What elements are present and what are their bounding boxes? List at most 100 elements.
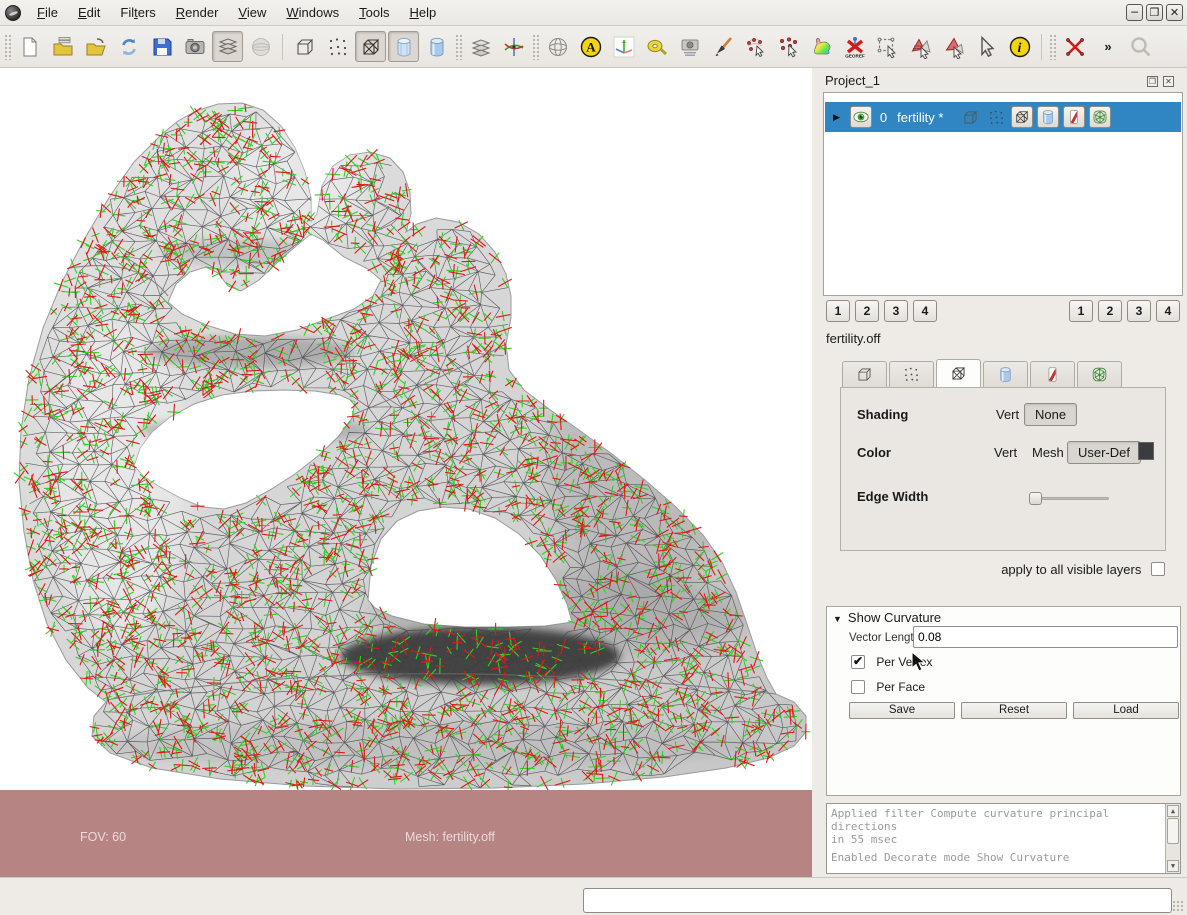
z-painting-icon[interactable]: [707, 31, 738, 62]
per-face-checkbox[interactable]: [851, 680, 865, 694]
collapse-triangle-icon[interactable]: ▼: [833, 614, 842, 624]
close-button[interactable]: ✕: [1166, 4, 1183, 21]
tab-draw-wireframe[interactable]: [936, 359, 981, 387]
menu-render[interactable]: Render: [166, 2, 229, 24]
toolbar-grip[interactable]: [532, 33, 539, 60]
draw-wireframe-icon[interactable]: [355, 31, 386, 62]
quality-mapper-icon[interactable]: [806, 31, 837, 62]
draw-points-icon[interactable]: [985, 106, 1007, 128]
shading-none-button[interactable]: None: [1024, 403, 1078, 426]
vector-length-input[interactable]: [913, 626, 1178, 648]
menu-filters[interactable]: Filters: [110, 2, 165, 24]
draw-box-icon[interactable]: [959, 106, 981, 128]
fertility-mesh-render[interactable]: [0, 68, 812, 790]
scroll-up-icon[interactable]: ▲: [1167, 805, 1179, 817]
slider-handle[interactable]: [1029, 492, 1042, 505]
minimize-button[interactable]: ─: [1126, 4, 1143, 21]
quick-button-2[interactable]: 2: [855, 300, 879, 322]
menu-edit[interactable]: Edit: [68, 2, 110, 24]
quick-button-1[interactable]: 1: [826, 300, 850, 322]
reload-icon[interactable]: [113, 31, 144, 62]
quick-button-3[interactable]: 3: [1127, 300, 1151, 322]
georeference-icon[interactable]: GEOREF: [839, 31, 870, 62]
tab-red-decorator[interactable]: [1030, 361, 1075, 387]
open-project-icon[interactable]: [47, 31, 78, 62]
resize-grip[interactable]: [1172, 900, 1184, 912]
ambient-occlusion-icon[interactable]: A: [575, 31, 606, 62]
color-vert-option[interactable]: Vert: [994, 445, 1017, 460]
menu-help[interactable]: Help: [399, 2, 446, 24]
reset-button[interactable]: Reset: [961, 702, 1067, 719]
raster-alignment-icon[interactable]: [674, 31, 705, 62]
color-userdef-button[interactable]: User-Def: [1067, 441, 1142, 464]
select-faces-alt-icon[interactable]: [938, 31, 969, 62]
tab-draw-box[interactable]: [842, 361, 887, 387]
log-scrollbar[interactable]: ▲ ▼: [1165, 804, 1180, 873]
shading-vert-option[interactable]: Vert: [996, 407, 1019, 422]
panel-float-icon[interactable]: ❐: [1147, 76, 1158, 87]
arrow-cursor-tool-icon[interactable]: [971, 31, 1002, 62]
per-vertex-checkbox[interactable]: [851, 654, 865, 669]
tab-draw-smooth-cylinder[interactable]: [983, 361, 1028, 387]
draw-flat-cylinder-icon[interactable]: [388, 31, 419, 62]
gl-viewport[interactable]: FOV: 60 FPS: 144.9 BO_RENDERING Mesh: fe…: [0, 68, 812, 877]
tab-draw-points[interactable]: [889, 361, 934, 387]
quick-button-3[interactable]: 3: [884, 300, 908, 322]
layer-list[interactable]: ▶ 0 fertility *: [823, 92, 1183, 296]
info-icon[interactable]: i: [1004, 31, 1035, 62]
draw-box-icon[interactable]: [289, 31, 320, 62]
sphere-disabled-icon[interactable]: [245, 31, 276, 62]
trackball-axis-icon[interactable]: [498, 31, 529, 62]
log-output[interactable]: Applied filter Compute curvature princip…: [826, 803, 1181, 874]
measuring-tape-icon[interactable]: [641, 31, 672, 62]
color-mesh-option[interactable]: Mesh: [1032, 445, 1064, 460]
quick-button-4[interactable]: 4: [913, 300, 937, 322]
filter-search-input[interactable]: [583, 888, 1172, 913]
toolbar-grip[interactable]: [1049, 33, 1056, 60]
save-snapshot-floppy-icon[interactable]: [146, 31, 177, 62]
layers-stack-icon[interactable]: [465, 31, 496, 62]
menu-tools[interactable]: Tools: [349, 2, 399, 24]
quick-button-2[interactable]: 2: [1098, 300, 1122, 322]
restore-button[interactable]: ❐: [1146, 4, 1163, 21]
visibility-eye-icon[interactable]: [849, 106, 872, 128]
toolbar-grip[interactable]: [4, 33, 11, 60]
select-rect-icon[interactable]: [872, 31, 903, 62]
search-icon[interactable]: [1125, 31, 1156, 62]
edge-width-slider[interactable]: [1029, 492, 1109, 505]
menu-windows[interactable]: Windows: [276, 2, 349, 24]
scroll-down-icon[interactable]: ▼: [1167, 860, 1179, 872]
open-mesh-icon[interactable]: [80, 31, 111, 62]
draw-smooth-cylinder-toggle[interactable]: [1037, 106, 1060, 128]
new-document-icon[interactable]: [14, 31, 45, 62]
save-button[interactable]: Save: [849, 702, 955, 719]
show-axes-icon[interactable]: [608, 31, 639, 62]
menu-view[interactable]: View: [228, 2, 276, 24]
tab-green-decorator[interactable]: [1077, 361, 1122, 387]
select-faces-icon[interactable]: [905, 31, 936, 62]
quick-button-4[interactable]: 4: [1156, 300, 1180, 322]
show-curvature-header[interactable]: ▼ Show Curvature: [833, 610, 941, 625]
apply-all-layers-checkbox[interactable]: [1151, 562, 1165, 576]
overflow-chevron-icon[interactable]: »: [1092, 31, 1123, 62]
load-button[interactable]: Load: [1073, 702, 1179, 719]
menu-file[interactable]: File: [27, 2, 68, 24]
toolbar-grip[interactable]: [455, 33, 462, 60]
wire-sphere-icon[interactable]: [542, 31, 573, 62]
show-layers-icon[interactable]: [212, 31, 243, 62]
point-picking-icon[interactable]: [740, 31, 771, 62]
green-decorator-toggle[interactable]: [1089, 106, 1112, 128]
scroll-thumb[interactable]: [1167, 818, 1179, 844]
app-icon[interactable]: [5, 4, 21, 21]
delete-vertices-icon[interactable]: [1059, 31, 1090, 62]
layer-row-fertility[interactable]: ▶ 0 fertility *: [825, 102, 1181, 132]
draw-wireframe-toggle[interactable]: [1011, 106, 1034, 128]
draw-smooth-cylinder-icon[interactable]: [421, 31, 452, 62]
point-picking-alt-icon[interactable]: [773, 31, 804, 62]
expander-icon[interactable]: ▶: [833, 112, 840, 123]
userdef-color-swatch[interactable]: [1138, 442, 1154, 460]
draw-points-icon[interactable]: [322, 31, 353, 62]
snapshot-camera-icon[interactable]: [179, 31, 210, 62]
red-decorator-toggle[interactable]: [1063, 106, 1086, 128]
quick-button-1[interactable]: 1: [1069, 300, 1093, 322]
